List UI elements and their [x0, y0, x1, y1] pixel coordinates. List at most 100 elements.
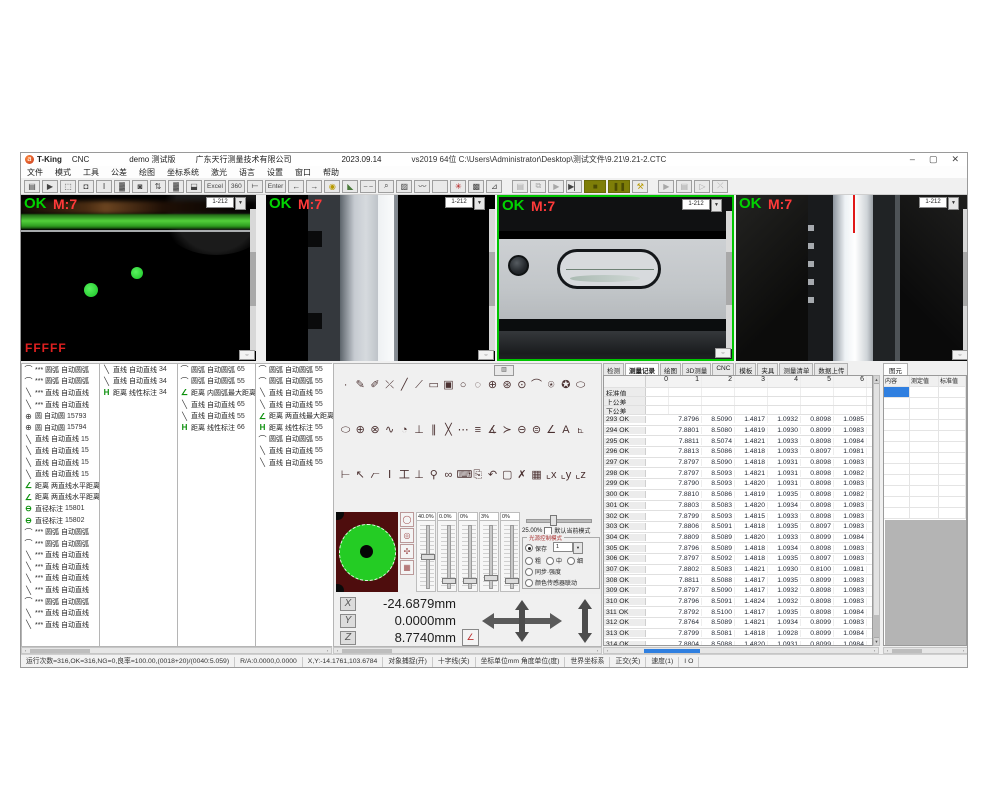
toolbar-save-button[interactable]: ▤ [24, 180, 40, 193]
wave-icon[interactable]: ∿ [383, 423, 396, 438]
list-item[interactable]: ⌒*** 圆弧 自动圆弧 [22, 538, 99, 550]
line-icon[interactable]: ╱ [398, 378, 411, 393]
keyboard-icon[interactable]: ⌨ [457, 468, 470, 483]
list-item[interactable]: ╲直线 自动直线55 [256, 457, 333, 469]
rect-icon[interactable]: ▭ [427, 378, 440, 393]
list-item[interactable]: ╲直线 自动直线55 [256, 387, 333, 399]
list-item[interactable]: ⌒圆弧 自动圆弧55 [256, 364, 333, 376]
region-icon[interactable]: ▢ [501, 468, 514, 483]
toolbar-light-button[interactable]: ◉ [324, 180, 340, 193]
angle-measure-icon[interactable]: ⦧ [368, 468, 381, 483]
point-set-icon[interactable]: ⋯ [457, 423, 470, 438]
table-row[interactable]: 309 OK7.87978.50901.48171.09320.80981.09… [604, 586, 872, 597]
camera1-resize-handle[interactable]: ⇔ [239, 350, 255, 360]
toolbar-cancel-button[interactable]: ⤫ [712, 180, 728, 193]
toolbar-stage-2-button[interactable]: ◙ [132, 180, 148, 193]
toolbar-laser-button[interactable]: ✳ [450, 180, 466, 193]
list-item[interactable]: ╲直线 自动直线55 [256, 445, 333, 457]
element-row[interactable] [884, 420, 966, 431]
table-row[interactable]: 311 OK7.87928.51001.48171.09350.80981.09… [604, 607, 872, 618]
camera4-zoom-dropdown[interactable]: 1-212 ▼ [919, 197, 959, 210]
ring-quadrant-button[interactable]: ✣ [400, 544, 414, 559]
toolbar-pattern-button[interactable]: ▨ [396, 180, 412, 193]
list-item[interactable]: ⌒圆弧 自动圆弧55 [256, 376, 333, 388]
list-item[interactable]: ╲直线 自动直线55 [256, 399, 333, 411]
camera1-scrollbar[interactable] [250, 209, 256, 351]
tab-3D测量[interactable]: 3D测量 [682, 363, 711, 375]
rect-grid-icon[interactable]: ▣ [442, 378, 455, 393]
camera4-scrollbar[interactable] [963, 209, 968, 351]
midpanel-hscrollbar[interactable]: ‹› [333, 647, 602, 654]
table-row[interactable]: 305 OK7.87968.50891.48181.09340.80981.09… [604, 543, 872, 554]
menu-item-4[interactable]: 公差 [105, 167, 133, 178]
element-row[interactable] [884, 508, 966, 519]
slider-thumb[interactable] [442, 578, 456, 584]
list-item[interactable]: H距离 线性标注55 [256, 422, 333, 434]
tab-模板[interactable]: 模板 [735, 363, 756, 375]
slider-thumb[interactable] [463, 578, 477, 584]
toolbar-caliper-button[interactable]: ⟝ [247, 180, 263, 193]
table-row[interactable]: 313 OK7.87998.50811.48181.09280.80991.09… [604, 629, 872, 640]
partial-arc-icon[interactable]: ◔ [398, 423, 411, 438]
copy-icon[interactable]: ⎘ [471, 468, 484, 483]
master-brightness-slider[interactable] [522, 514, 600, 524]
list-item[interactable]: ╲*** 直线 自动直线 [22, 619, 99, 631]
tab-测量清单[interactable]: 测量清单 [779, 363, 813, 375]
table-row[interactable]: 302 OK7.87998.50931.48151.09330.80981.09… [604, 511, 872, 522]
menu-item-1[interactable]: 文件 [21, 167, 49, 178]
perpendicular-icon[interactable]: ⊥ [412, 423, 425, 438]
table-row[interactable]: 300 OK7.88108.50861.48191.09350.80981.09… [604, 490, 872, 501]
camera2-scrollbar[interactable] [489, 209, 495, 351]
angle-icon[interactable]: ∠ [545, 423, 558, 438]
element-row[interactable] [884, 453, 966, 464]
list-item[interactable]: H距离 线性标注34 [100, 387, 177, 399]
polyline-icon[interactable]: ⟋ [412, 378, 425, 393]
list-item[interactable]: ╲*** 直线 自动直线 [22, 607, 99, 619]
toolbar-run-to-end-button[interactable]: ▶▏ [566, 180, 582, 193]
element-row[interactable] [884, 409, 966, 420]
toolbar-save-2-button[interactable]: ▤ [512, 180, 528, 193]
toolbar-enter-button[interactable]: Enter [265, 180, 287, 193]
chevron-down-icon[interactable]: ▼ [948, 197, 959, 210]
menu-item-7[interactable]: 激光 [205, 167, 233, 178]
element-panel-hscrollbar[interactable]: ‹› [883, 647, 968, 654]
color-link-radio[interactable] [525, 579, 533, 587]
channel-slider-2[interactable]: 0.0% [437, 512, 457, 592]
level-radio-2[interactable] [546, 557, 554, 565]
toolbar-run-button[interactable]: ▶ [548, 180, 564, 193]
angle-arc-icon[interactable]: ∡ [486, 423, 499, 438]
sync-intensity-radio[interactable] [525, 568, 533, 576]
vertex-icon[interactable]: ≻ [501, 423, 514, 438]
circle-double-icon[interactable]: ⊜ [530, 423, 543, 438]
camera3-resize-handle[interactable]: ⇔ [715, 348, 731, 358]
slider-thumb[interactable] [484, 575, 498, 581]
text-icon[interactable]: A [559, 423, 572, 438]
ring-inner-button[interactable]: ◎ [400, 528, 414, 543]
list-item[interactable]: ⊕圆 自动圆15794 [22, 422, 99, 434]
toolbar-barcode-button[interactable]: ▩ [468, 180, 484, 193]
toolbar-play-2-button[interactable]: ▶ [658, 180, 674, 193]
scroll-up-icon[interactable]: ▲ [874, 376, 879, 384]
selected-element-cell[interactable] [884, 387, 910, 397]
list-item[interactable]: ⌒*** 圆弧 自动圆弧 [22, 596, 99, 608]
toolbar-platform-button[interactable]: ⬓ [186, 180, 202, 193]
camera-1-view[interactable]: OK M:7 FFFFF 1-212 ▼ ⇔ [21, 195, 256, 361]
ring-light-indicator[interactable] [336, 512, 398, 592]
menu-item-3[interactable]: 工具 [77, 167, 105, 178]
toolbar-360-button[interactable]: 360 [228, 180, 245, 193]
circle-cross-icon[interactable]: ⊕ [486, 378, 499, 393]
beam-icon[interactable]: 工 [398, 468, 411, 483]
list-item[interactable]: ╲*** 直线 自动直线 [22, 399, 99, 411]
circle-star-icon[interactable]: ✪ [559, 378, 572, 393]
toolbar-open-button[interactable]: ▶ [42, 180, 58, 193]
chevron-down-icon[interactable]: ▼ [235, 197, 246, 210]
arc-icon[interactable]: ⌒ [530, 378, 543, 393]
save-radio[interactable] [525, 544, 533, 552]
list-item[interactable]: ∠距离 两直线水平距离 [22, 492, 99, 504]
menu-item-5[interactable]: 绘图 [133, 167, 161, 178]
element-row[interactable] [884, 497, 966, 508]
table-row[interactable]: 299 OK7.87908.50931.48201.09310.80981.09… [604, 479, 872, 490]
scroll-down-icon[interactable]: ▼ [874, 637, 879, 645]
camera-4-view[interactable]: OK M:7 1-212 ▼ ⇔ [736, 195, 968, 361]
ring-grid-button[interactable]: ▦ [400, 560, 414, 575]
